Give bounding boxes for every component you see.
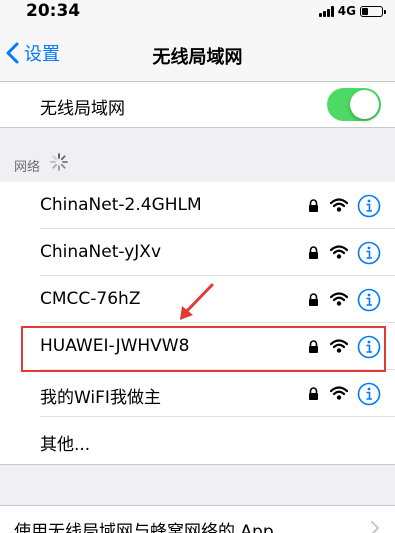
wifi-icon <box>330 198 348 212</box>
network-name: 我的WiFI我做主 <box>40 388 161 408</box>
network-name: CMCC-76hZ <box>40 289 141 309</box>
lock-icon <box>309 246 318 259</box>
navigation-bar: 设置 无线局域网 <box>0 24 395 82</box>
section-label: 网络 <box>14 160 41 175</box>
other-network-row[interactable]: 其他... <box>0 417 395 464</box>
chevron-right-icon <box>371 521 379 533</box>
lock-icon <box>309 293 318 306</box>
status-indicators: 4G <box>318 4 386 18</box>
network-name: ChinaNet-2.4GHLM <box>40 195 202 215</box>
info-icon[interactable] <box>357 382 381 406</box>
wifi-icon <box>330 339 348 353</box>
network-row[interactable]: ChinaNet-yJXv <box>0 229 395 276</box>
network-type: 4G <box>337 4 356 18</box>
battery-level <box>362 7 368 15</box>
cellular-signal-icon <box>318 5 334 17</box>
apps-using-wlan-label: 使用无线局域网与蜂窝网络的 App <box>14 522 274 533</box>
toggle-knob <box>350 90 379 119</box>
networks-section-header: 网络 <box>0 128 395 182</box>
page-title: 无线局域网 <box>152 47 243 68</box>
lock-icon <box>309 387 318 400</box>
network-name: ChinaNet-yJXv <box>40 242 162 262</box>
wifi-icon <box>330 386 348 400</box>
wifi-icon <box>330 245 348 259</box>
network-name: HUAWEI-JWHVW8 <box>40 336 190 356</box>
loading-spinner-icon <box>50 153 68 171</box>
info-icon[interactable] <box>357 335 381 359</box>
status-bar: 20:34 4G <box>0 0 395 24</box>
wlan-toggle[interactable] <box>327 88 381 121</box>
info-icon[interactable] <box>357 194 381 218</box>
network-row[interactable]: ChinaNet-2.4GHLM <box>0 182 395 229</box>
wlan-label: 无线局域网 <box>40 99 125 119</box>
lock-icon <box>309 199 318 212</box>
lock-icon <box>309 340 318 353</box>
wlan-toggle-row: 无线局域网 <box>0 82 395 128</box>
battery-icon <box>360 5 386 17</box>
info-icon[interactable] <box>357 288 381 312</box>
info-icon[interactable] <box>357 241 381 265</box>
apps-using-wlan-row[interactable]: 使用无线局域网与蜂窝网络的 App <box>0 505 395 533</box>
wifi-icon <box>330 292 348 306</box>
network-row[interactable]: 我的WiFI我做主 <box>0 370 395 417</box>
other-network-label: 其他... <box>40 435 91 455</box>
status-time: 20:34 <box>26 1 81 21</box>
network-row-highlighted[interactable]: HUAWEI-JWHVW8 <box>0 323 395 370</box>
red-arrow-icon <box>180 283 214 320</box>
